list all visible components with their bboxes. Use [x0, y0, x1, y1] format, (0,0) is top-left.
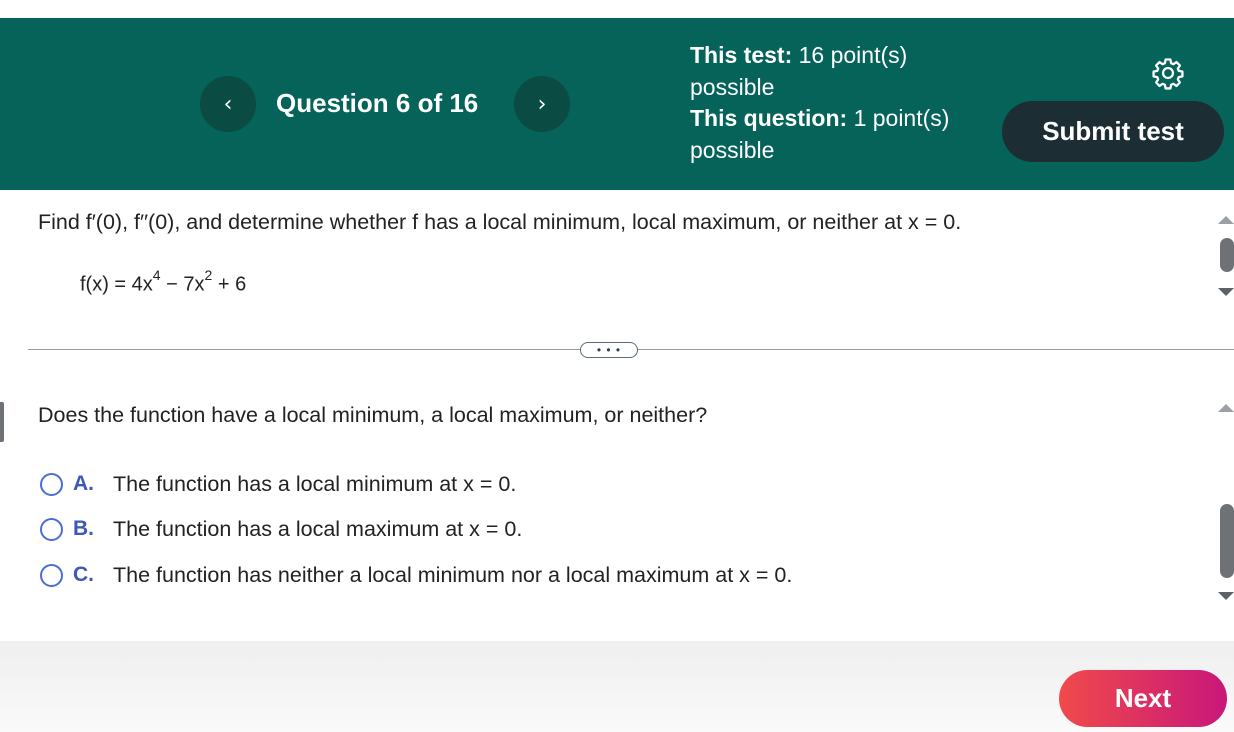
- points-info: This test: 16 point(s) possible This que…: [690, 40, 960, 166]
- option-letter: A.: [73, 472, 94, 495]
- option-text: The function has a local minimum at x = …: [113, 471, 517, 496]
- scrollbar-thumb-top[interactable]: [1220, 238, 1234, 272]
- question-points-label: This question:: [690, 105, 848, 131]
- question-prompt: Does the function have a local minimum, …: [38, 403, 708, 427]
- radio-button-a[interactable]: [40, 472, 63, 496]
- scroll-up-arrow-top[interactable]: [1218, 216, 1234, 224]
- radio-button-b[interactable]: [40, 517, 63, 541]
- scroll-down-arrow-bottom[interactable]: [1218, 592, 1234, 600]
- test-points-label: This test:: [690, 42, 793, 68]
- gear-icon[interactable]: [1151, 56, 1185, 90]
- footer-bar: [0, 641, 1234, 732]
- previous-question-button[interactable]: ‹: [200, 76, 256, 132]
- scroll-down-arrow-top[interactable]: [1218, 288, 1234, 296]
- formula-middle: − 7x: [160, 273, 205, 296]
- submit-test-button[interactable]: Submit test: [1002, 101, 1224, 162]
- next-question-button[interactable]: ›: [514, 76, 570, 132]
- formula-exponent-4: 4: [152, 267, 161, 283]
- option-letter: C.: [73, 563, 94, 586]
- formula-suffix: + 6: [212, 273, 247, 296]
- problem-instruction: Find f′(0), f′′(0), and determine whethe…: [38, 210, 962, 234]
- formula-exponent-2: 2: [204, 267, 213, 283]
- chevron-left-icon: ‹: [223, 91, 233, 117]
- option-b[interactable]: B. The function has a local maximum at x…: [40, 515, 522, 543]
- option-letter: B.: [73, 517, 94, 540]
- formula-prefix: f(x) = 4x: [80, 273, 153, 296]
- expand-pane-button[interactable]: • • •: [580, 342, 638, 358]
- test-header: ‹ Question 6 of 16 › This test: 16 point…: [0, 18, 1234, 190]
- option-c[interactable]: C. The function has neither a local mini…: [40, 561, 792, 589]
- scroll-up-arrow-bottom[interactable]: [1218, 404, 1234, 412]
- option-text: The function has a local maximum at x = …: [113, 516, 523, 541]
- radio-button-c[interactable]: [40, 563, 63, 587]
- question-counter: Question 6 of 16: [276, 88, 479, 118]
- scrollbar-thumb-bottom[interactable]: [1220, 504, 1234, 578]
- left-scroll-indicator: [0, 402, 4, 442]
- next-button[interactable]: Next: [1059, 670, 1227, 727]
- option-text: The function has neither a local minimum…: [113, 562, 793, 587]
- option-a[interactable]: A. The function has a local minimum at x…: [40, 470, 516, 498]
- function-formula: f(x) = 4x4 − 7x2 + 6: [80, 267, 247, 297]
- chevron-right-icon: ›: [537, 91, 547, 117]
